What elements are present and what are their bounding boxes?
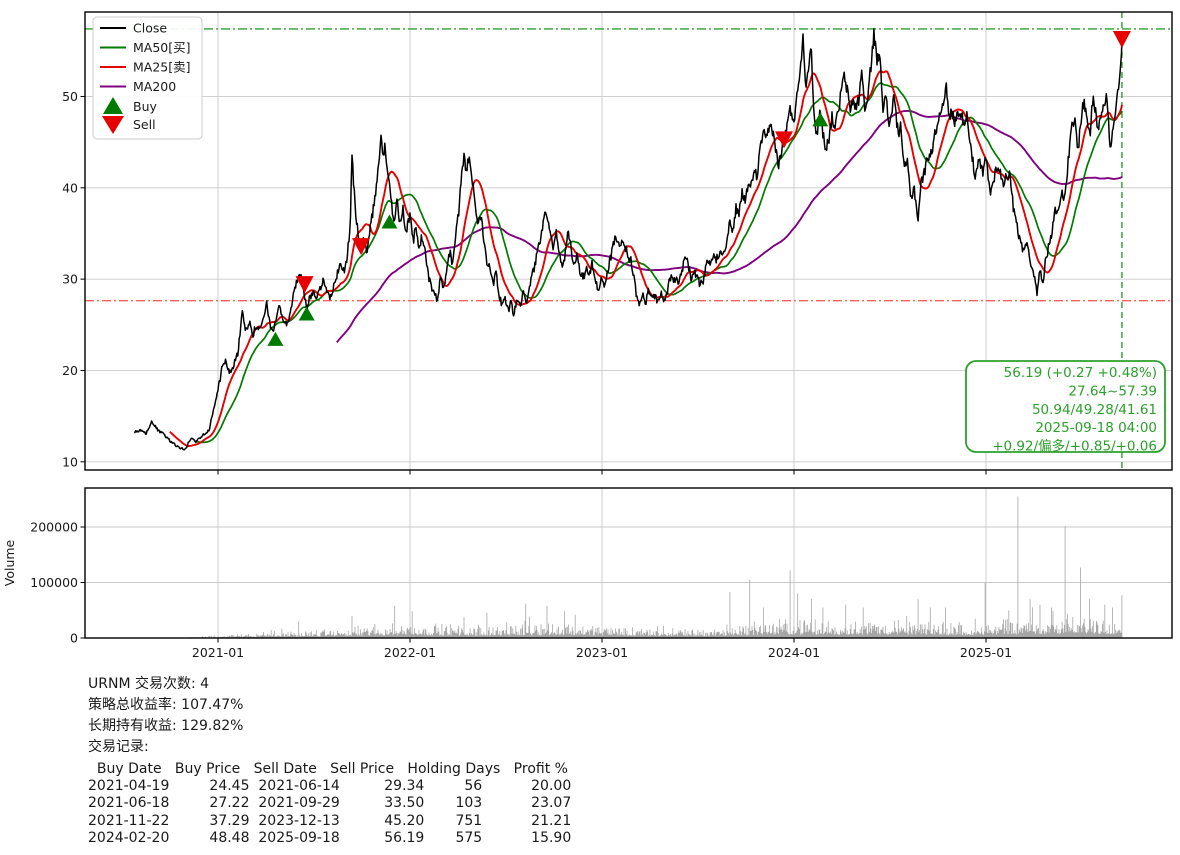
y-tick-label: 20	[62, 363, 78, 378]
volume-axis-label: Volume	[2, 539, 17, 586]
volume-tick-label: 0	[70, 631, 78, 646]
trades-table: Buy Date Buy Price Sell Date Sell Price …	[88, 761, 571, 847]
summary-line-hold-return: 长期持有收益: 129.82%	[88, 716, 571, 737]
y-tick-label: 10	[62, 454, 78, 469]
summary-line-trade-log-title: 交易记录:	[88, 737, 571, 758]
quote-annotation-line: 50.94/49.28/41.61	[1032, 402, 1157, 418]
y-tick-label: 30	[62, 272, 78, 287]
screenshot-root: 2021-01 2022-01 2023-01 2024-01 2025-01 10 20 3…	[0, 0, 1180, 855]
x-tick-label: 2024-01	[768, 645, 820, 660]
quote-annotation-line: 2025-09-18 04:00	[1035, 420, 1157, 436]
summary-line-trades-count: URNM 交易次数: 4	[88, 674, 571, 695]
legend-label: MA200	[133, 79, 176, 94]
quote-annotation-line: 56.19 (+0.27 +0.48%)	[1004, 365, 1157, 381]
summary-line-strategy-return: 策略总收益率: 107.47%	[88, 695, 571, 716]
quote-annotation-line: 27.64~57.39	[1068, 383, 1157, 399]
x-tick-label: 2023-01	[576, 645, 628, 660]
legend-label: Sell	[133, 117, 156, 132]
x-tick-label: 2021-01	[192, 645, 244, 660]
legend-label: Close	[133, 21, 167, 36]
y-tick-label: 50	[62, 89, 78, 104]
strategy-summary: URNM 交易次数: 4 策略总收益率: 107.47% 长期持有收益: 129…	[88, 674, 571, 847]
quote-annotation-line: +0.92/偏多/+0.85/+0.06	[992, 438, 1157, 455]
legend-label: MA25[卖]	[133, 60, 191, 75]
volume-tick-label: 100000	[30, 575, 78, 590]
price-volume-chart: 2021-01 2022-01 2023-01 2024-01 2025-01 10 20 3…	[0, 0, 1180, 670]
x-tick-label: 2022-01	[384, 645, 436, 660]
volume-tick-label: 200000	[30, 520, 78, 535]
y-tick-label: 40	[62, 180, 78, 195]
x-tick-label: 2025-01	[960, 645, 1012, 660]
legend-label: Buy	[133, 99, 157, 114]
legend-label: MA50[买]	[133, 40, 191, 55]
